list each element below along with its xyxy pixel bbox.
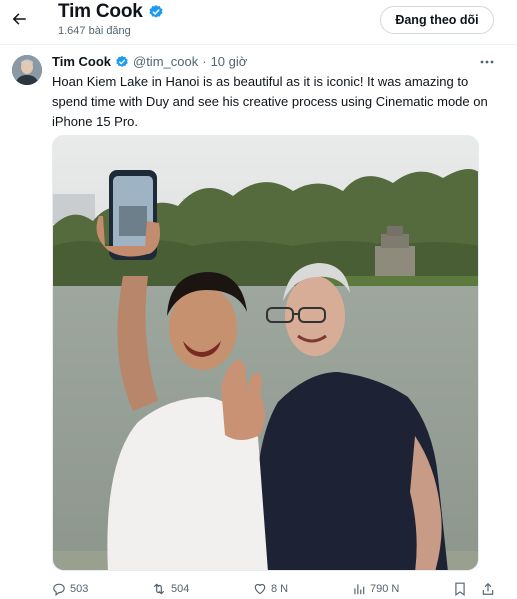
heart-icon xyxy=(254,583,266,595)
author-name[interactable]: Tim Cook xyxy=(52,54,111,69)
following-button[interactable]: Đang theo dõi xyxy=(380,6,494,34)
more-horizontal-icon xyxy=(480,60,494,64)
repost-icon xyxy=(153,583,165,595)
profile-name: Tim Cook xyxy=(58,1,164,23)
bookmark-icon xyxy=(455,582,465,596)
tweet-meta: Tim Cook @tim_cook · 10 giờ xyxy=(52,54,247,69)
views-count: 790 N xyxy=(370,583,400,595)
profile-name-text: Tim Cook xyxy=(58,1,143,22)
like-button[interactable]: 8 N xyxy=(253,582,288,596)
tweet-photo[interactable] xyxy=(52,135,479,571)
tweet-time[interactable]: 10 giờ xyxy=(211,54,248,69)
share-button[interactable] xyxy=(481,582,495,596)
share-icon xyxy=(482,582,494,595)
profile-header: Tim Cook 1.647 bài đăng Đang theo dõi xyxy=(0,0,517,44)
repost-count: 504 xyxy=(171,583,190,595)
reply-icon xyxy=(53,583,65,596)
avatar[interactable] xyxy=(12,55,42,85)
repost-button[interactable]: 504 xyxy=(151,582,189,596)
views-button[interactable]: 790 N xyxy=(352,582,399,596)
arrow-left-icon xyxy=(12,13,26,25)
verified-badge-icon xyxy=(116,55,128,67)
verified-badge-icon xyxy=(149,5,163,18)
header-divider xyxy=(0,44,517,45)
back-button[interactable] xyxy=(6,6,32,32)
like-count: 8 N xyxy=(271,583,289,595)
reply-button[interactable]: 503 xyxy=(52,582,88,596)
photo-illustration xyxy=(53,136,478,570)
author-handle[interactable]: @tim_cook xyxy=(133,54,198,69)
views-chart-icon xyxy=(354,584,365,595)
avatar-portrait xyxy=(12,55,42,85)
tweet-text: Hoan Kiem Lake in Hanoi is as beautiful … xyxy=(52,74,488,129)
reply-count: 503 xyxy=(70,583,89,595)
tweet-actions: 503 504 8 N 790 N xyxy=(0,580,517,599)
bookmark-button[interactable] xyxy=(454,582,466,596)
post-count: 1.647 bài đăng xyxy=(58,25,131,37)
more-options-button[interactable] xyxy=(478,55,496,69)
meta-separator: · xyxy=(202,54,207,69)
